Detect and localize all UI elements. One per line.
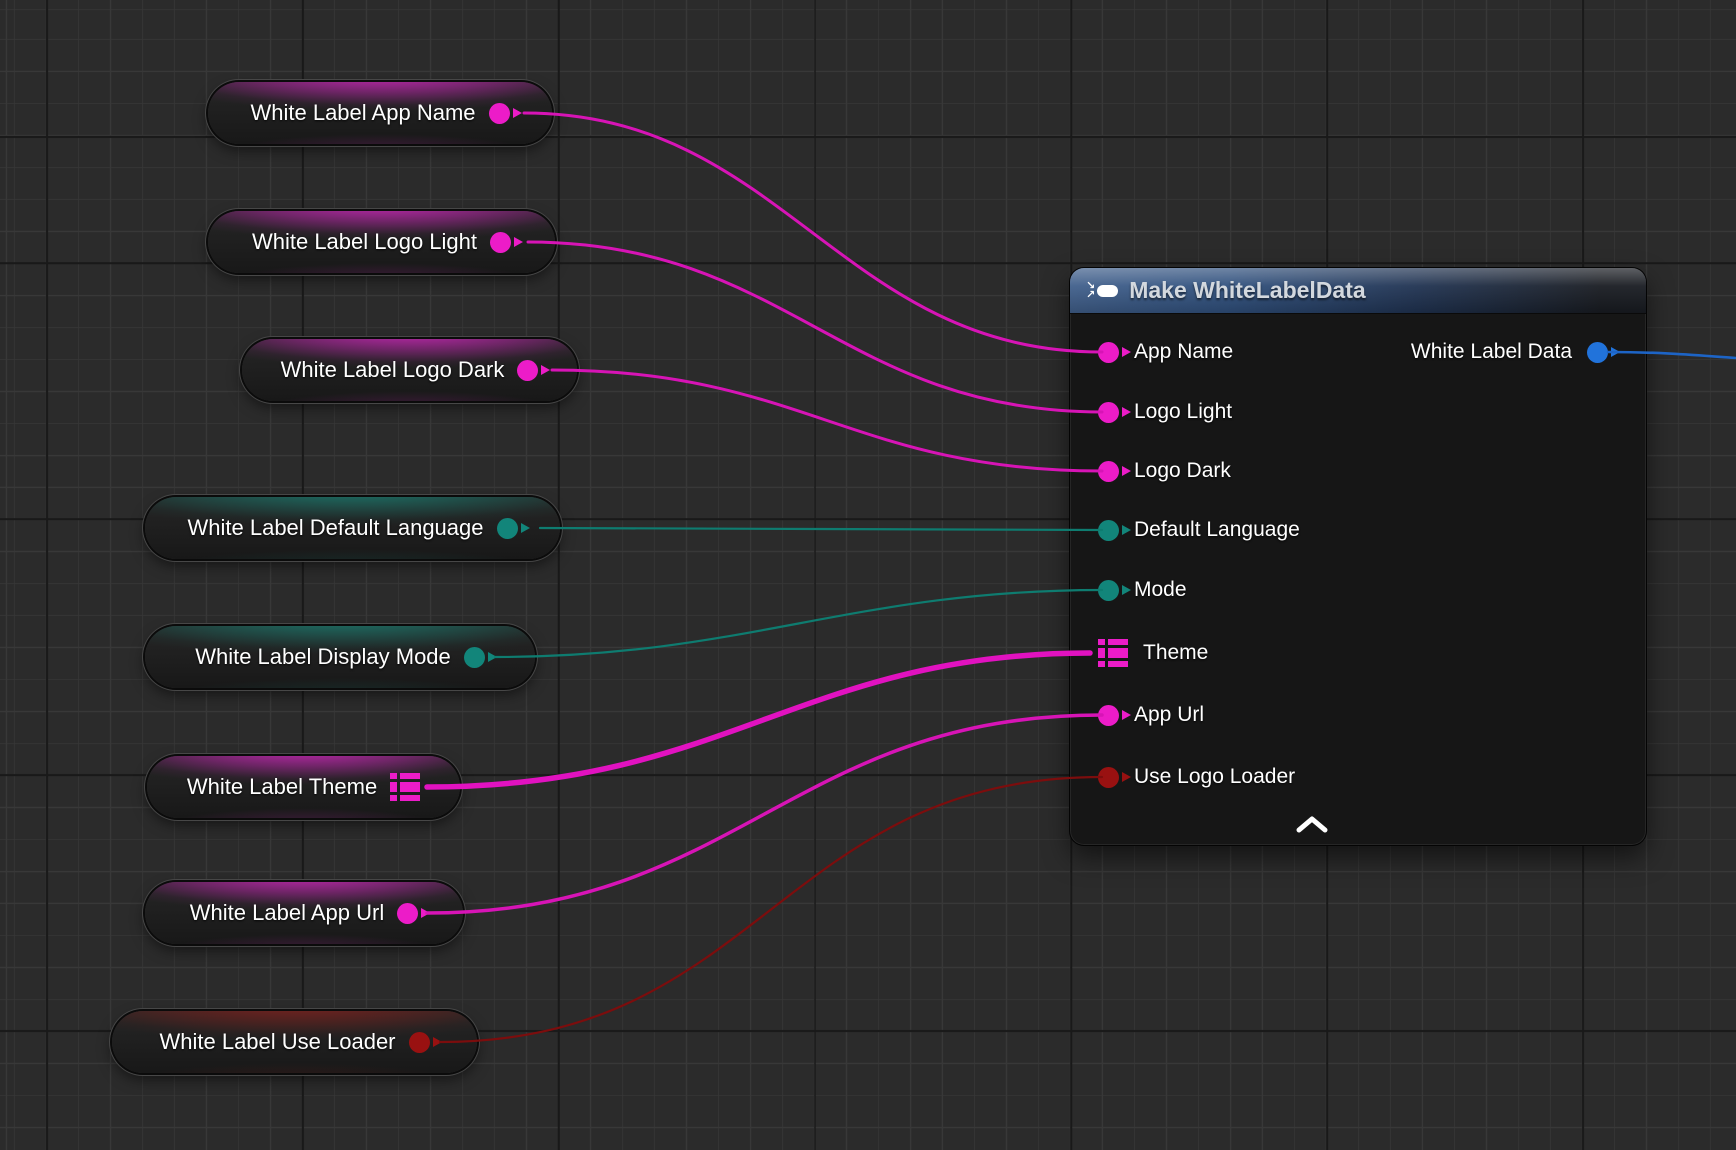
node-getter-white-label-default-language[interactable]: White Label Default Language (145, 497, 560, 559)
string-output-pin-icon[interactable] (489, 103, 510, 124)
make-struct-arrows: ↘↗ (1086, 282, 1095, 300)
enum-input-pin-icon[interactable] (1098, 520, 1119, 541)
node-getter-white-label-use-loader[interactable]: White Label Use Loader (112, 1011, 477, 1073)
enum-output-pin-icon[interactable] (464, 647, 485, 668)
pin-label: Default Language (1134, 518, 1300, 542)
input-row-app-url: App Url (1070, 698, 1646, 732)
input-row-mode: Mode (1070, 573, 1646, 607)
string-output-pin-icon[interactable] (517, 360, 538, 381)
string-input-pin-icon[interactable] (1098, 461, 1119, 482)
make-struct-icon: ↘↗ (1086, 282, 1118, 300)
bool-input-pin-icon[interactable] (1098, 767, 1119, 788)
node-label: White Label Logo Light (252, 229, 477, 255)
input-row-logo-dark: Logo Dark (1070, 454, 1646, 488)
enum-input-pin-icon[interactable] (1098, 580, 1119, 601)
pin-label: Mode (1134, 578, 1187, 602)
enum-output-pin-icon[interactable] (497, 518, 518, 539)
make-struct-capsule (1097, 285, 1118, 297)
node-make-whitelabeldata[interactable]: ↘↗ Make WhiteLabelData App Name Logo Lig… (1070, 268, 1646, 845)
struct-grid-icon[interactable] (1098, 639, 1128, 667)
node-getter-white-label-logo-light[interactable]: White Label Logo Light (208, 211, 555, 273)
pin-label: Logo Light (1134, 400, 1232, 424)
string-output-pin-icon[interactable] (397, 903, 418, 924)
struct-output-pin-icon[interactable] (1587, 342, 1608, 363)
node-getter-white-label-app-url[interactable]: White Label App Url (145, 882, 463, 944)
node-getter-white-label-display-mode[interactable]: White Label Display Mode (145, 626, 535, 688)
node-label: White Label App Url (190, 900, 384, 926)
input-row-use-logo-loader: Use Logo Loader (1070, 760, 1646, 794)
bool-output-pin-icon[interactable] (409, 1032, 430, 1053)
string-input-pin-icon[interactable] (1098, 402, 1119, 423)
node-getter-white-label-logo-dark[interactable]: White Label Logo Dark (242, 339, 577, 401)
node-label: White Label Default Language (188, 515, 484, 541)
input-row-default-language: Default Language (1070, 513, 1646, 547)
node-label: White Label Theme (187, 774, 377, 800)
pin-label: Use Logo Loader (1134, 765, 1295, 789)
input-row-logo-light: Logo Light (1070, 395, 1646, 429)
node-header[interactable]: ↘↗ Make WhiteLabelData (1070, 268, 1646, 314)
pin-label: Logo Dark (1134, 459, 1231, 483)
node-label: White Label App Name (250, 100, 475, 126)
node-title: Make WhiteLabelData (1129, 277, 1365, 304)
node-getter-white-label-theme[interactable]: White Label Theme (147, 756, 460, 818)
pin-label: App Url (1134, 703, 1204, 727)
node-label: White Label Use Loader (159, 1029, 395, 1055)
pin-label: White Label Data (1411, 340, 1572, 364)
blueprint-canvas[interactable]: White Label App Name White Label Logo Li… (0, 0, 1736, 1150)
node-getter-white-label-app-name[interactable]: White Label App Name (208, 82, 552, 144)
pin-label: Theme (1143, 641, 1208, 665)
struct-grid-icon[interactable] (390, 773, 420, 801)
input-row-theme: Theme (1070, 636, 1646, 670)
collapse-node-button[interactable] (1295, 815, 1329, 835)
output-row-white-label-data: White Label Data (1070, 335, 1646, 369)
node-label: White Label Logo Dark (281, 357, 505, 383)
string-input-pin-icon[interactable] (1098, 705, 1119, 726)
string-output-pin-icon[interactable] (490, 232, 511, 253)
node-label: White Label Display Mode (195, 644, 451, 670)
